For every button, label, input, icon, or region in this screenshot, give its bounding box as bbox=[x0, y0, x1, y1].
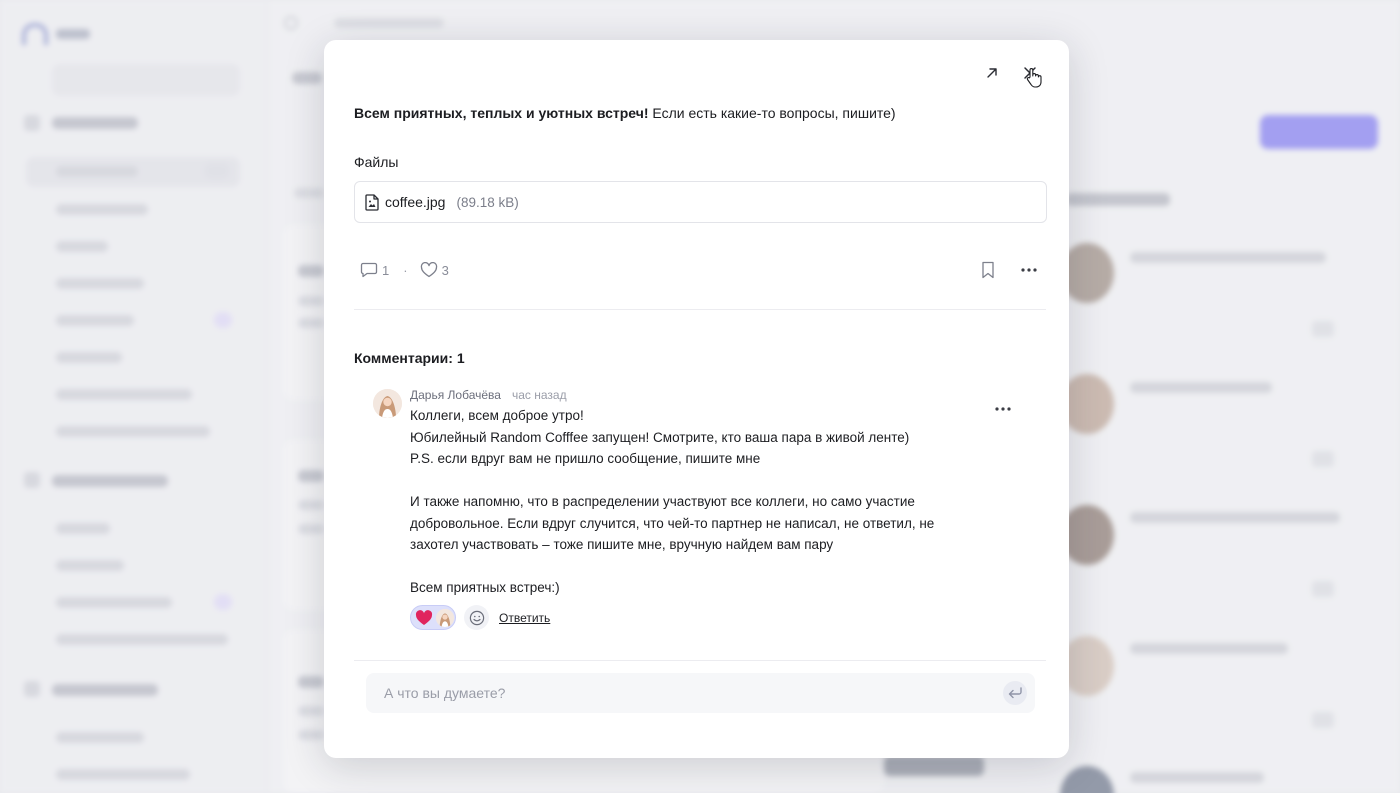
more-options-icon[interactable] bbox=[1019, 262, 1039, 278]
comments-heading: Комментарии: 1 bbox=[354, 350, 465, 366]
close-modal-button[interactable] bbox=[1019, 62, 1041, 84]
comment-line: P.S. если вдруг вам не пришло сообщение,… bbox=[410, 451, 761, 466]
reply-arrow-icon bbox=[1008, 687, 1022, 699]
comment-line: захотел участвовать – тоже пишите мне, в… bbox=[410, 537, 834, 552]
comment-input[interactable] bbox=[366, 673, 986, 713]
files-heading: Файлы bbox=[354, 154, 399, 170]
open-in-new-button[interactable] bbox=[981, 62, 1003, 84]
comments-counter[interactable]: 1 bbox=[360, 262, 389, 278]
heart-icon bbox=[420, 262, 437, 278]
file-size: (89.18 kB) bbox=[456, 194, 519, 210]
comment-line: Коллеги, всем доброе утро! bbox=[410, 408, 584, 423]
comment-icon bbox=[360, 262, 378, 278]
comment-input-container bbox=[366, 673, 1035, 713]
stats-separator: · bbox=[403, 262, 408, 278]
comment-line bbox=[410, 556, 970, 578]
arrow-up-right-icon bbox=[987, 68, 997, 78]
heart-emoji-icon bbox=[415, 609, 433, 625]
comment-line: Всем приятных встреч:) bbox=[410, 580, 560, 595]
close-icon bbox=[1024, 67, 1036, 79]
file-image-icon bbox=[365, 193, 379, 211]
post-text-bold: Всем приятных, теплых и уютных встреч! bbox=[354, 105, 649, 121]
reply-link[interactable]: Ответить bbox=[499, 611, 550, 625]
comment-body: Коллеги, всем доброе утро! Юбилейный Ran… bbox=[410, 405, 970, 599]
avatar-portrait-icon bbox=[373, 389, 402, 418]
add-reaction-button[interactable] bbox=[464, 605, 489, 630]
comment-line bbox=[410, 470, 970, 492]
bookmark-icon[interactable] bbox=[980, 261, 996, 279]
file-name: coffee.jpg bbox=[385, 194, 446, 210]
comment-line: Юбилейный Random Cofffee запущен! Смотри… bbox=[410, 429, 910, 445]
divider bbox=[354, 309, 1046, 310]
comment-more-options-icon[interactable] bbox=[993, 401, 1013, 417]
comment-time: час назад bbox=[512, 388, 567, 402]
comment-line: И также напомню, что в распределении уча… bbox=[410, 494, 915, 509]
heart-reaction[interactable] bbox=[410, 605, 456, 630]
smiley-icon bbox=[469, 610, 484, 625]
avatar[interactable] bbox=[373, 389, 402, 418]
avatar-portrait-icon bbox=[436, 608, 454, 627]
comment-author[interactable]: Дарья Лобачёва bbox=[410, 388, 501, 402]
send-comment-button[interactable] bbox=[1003, 681, 1027, 705]
comments-count: 1 bbox=[382, 262, 390, 278]
reactor-avatar bbox=[436, 608, 454, 627]
like-button[interactable]: 3 bbox=[420, 262, 449, 278]
comment-line: добровольное. Если вдруг случится, что ч… bbox=[410, 515, 935, 531]
post-text: Всем приятных, теплых и уютных встреч! Е… bbox=[354, 104, 896, 122]
likes-count: 3 bbox=[441, 262, 449, 278]
comment-reactions: Ответить bbox=[410, 605, 550, 630]
divider bbox=[354, 660, 1046, 661]
file-attachment[interactable]: coffee.jpg (89.18 kB) bbox=[354, 181, 1047, 223]
post-stats: 1 · 3 bbox=[360, 260, 449, 280]
post-text-rest: Если есть какие-то вопросы, пишите) bbox=[648, 105, 896, 121]
